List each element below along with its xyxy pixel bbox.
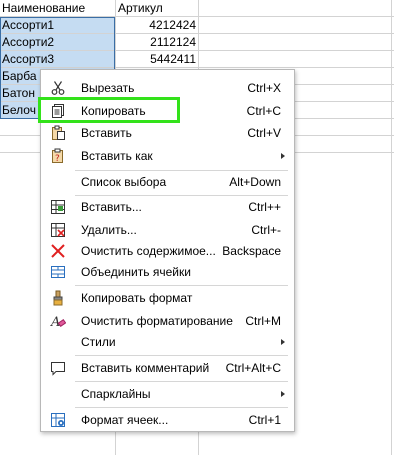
insert-cells-icon	[50, 199, 66, 215]
menu-item-label: Удалить...	[81, 223, 137, 237]
scissors-icon	[50, 80, 66, 96]
menu-item-shortcut: Ctrl+X	[247, 81, 281, 95]
menu-item-label: Вставить комментарий	[81, 361, 210, 375]
clear-icon	[50, 243, 66, 259]
menu-item-shortcut: Ctrl+C	[246, 104, 281, 118]
menu-item-shortcut: Ctrl+M	[245, 314, 281, 328]
svg-text:A: A	[50, 315, 60, 329]
format-paintbrush-icon	[50, 290, 66, 306]
menu-item-shortcut: Backspace	[222, 244, 281, 258]
menu-separator	[75, 381, 288, 382]
menu-item-delete-cells[interactable]: Удалить... Ctrl+-	[42, 219, 293, 241]
menu-item-format-cells[interactable]: Формат ячеек... Ctrl+1	[42, 409, 293, 431]
grid-line	[391, 0, 392, 455]
menu-separator	[75, 407, 288, 408]
cell-article[interactable]: 5442411	[116, 51, 198, 67]
menu-item-label: Копировать формат	[81, 291, 193, 305]
menu-item-sparklines[interactable]: Спарклайны	[42, 383, 293, 405]
menu-item-insert-cells[interactable]: Вставить... Ctrl++	[42, 196, 293, 218]
submenu-arrow-icon	[281, 339, 285, 345]
menu-item-shortcut: Ctrl+Alt+C	[225, 361, 281, 375]
menu-item-insert-comment[interactable]: Вставить комментарий Ctrl+Alt+C	[42, 357, 293, 379]
menu-item-label: Стили	[81, 335, 116, 349]
menu-item-clear-formatting[interactable]: A Очистить форматирование Ctrl+M	[42, 310, 293, 332]
menu-item-label: Очистить содержимое...	[81, 244, 216, 258]
menu-item-label: Копировать	[81, 104, 146, 118]
menu-item-label: Формат ячеек...	[81, 413, 169, 427]
copy-icon	[50, 103, 66, 119]
header-cell-article[interactable]: Артикул	[116, 0, 198, 16]
cell-name[interactable]: Ассорти1	[0, 17, 115, 33]
svg-text:?: ?	[55, 154, 60, 164]
format-cells-icon	[50, 412, 66, 428]
menu-item-label: Спарклайны	[81, 387, 151, 401]
cell-article[interactable]: 4212424	[116, 17, 198, 33]
menu-item-shortcut: Ctrl++	[248, 200, 281, 214]
menu-item-label: Список выбора	[81, 175, 167, 189]
menu-item-label: Объединить ячейки	[81, 265, 191, 279]
context-menu: Вырезать Ctrl+X Копировать Ctrl+C Встави…	[40, 69, 295, 432]
menu-item-label: Вставить	[81, 126, 132, 140]
menu-item-shortcut: Ctrl+1	[248, 413, 281, 427]
menu-item-paste[interactable]: Вставить Ctrl+V	[42, 122, 293, 144]
menu-item-clear-contents[interactable]: Очистить содержимое... Backspace	[42, 240, 293, 262]
menu-item-merge-cells[interactable]: Объединить ячейки	[42, 261, 293, 283]
menu-item-shortcut: Ctrl+-	[251, 223, 281, 237]
cell-name[interactable]: Ассорти3	[0, 51, 115, 67]
delete-cells-icon	[50, 222, 66, 238]
merge-cells-icon	[50, 264, 66, 280]
paste-special-icon: ?	[50, 148, 66, 164]
menu-item-label: Вырезать	[81, 81, 135, 95]
menu-item-paste-special[interactable]: ? Вставить как	[42, 145, 293, 167]
menu-item-shortcut: Alt+Down	[229, 175, 281, 189]
menu-separator	[75, 285, 288, 286]
submenu-arrow-icon	[281, 153, 285, 159]
menu-item-label: Вставить как	[81, 149, 153, 163]
menu-item-shortcut: Ctrl+V	[247, 126, 281, 140]
cell-name[interactable]: Ассорти2	[0, 34, 115, 50]
menu-item-cut[interactable]: Вырезать Ctrl+X	[42, 77, 293, 99]
cell-article[interactable]: 2112124	[116, 34, 198, 50]
comment-icon	[50, 360, 66, 376]
submenu-arrow-icon	[281, 391, 285, 397]
clear-formatting-icon: A	[50, 313, 67, 330]
menu-item-label: Вставить...	[81, 200, 142, 214]
menu-separator	[75, 355, 288, 356]
menu-item-copy[interactable]: Копировать Ctrl+C	[42, 100, 293, 122]
menu-item-clone-formatting[interactable]: Копировать формат	[42, 287, 293, 309]
menu-item-selection-list[interactable]: Список выбора Alt+Down	[42, 171, 293, 193]
menu-item-styles[interactable]: Стили	[42, 331, 293, 353]
paste-icon	[50, 125, 66, 141]
header-cell-name[interactable]: Наименование	[0, 0, 115, 16]
menu-item-label: Очистить форматирование	[81, 314, 233, 328]
